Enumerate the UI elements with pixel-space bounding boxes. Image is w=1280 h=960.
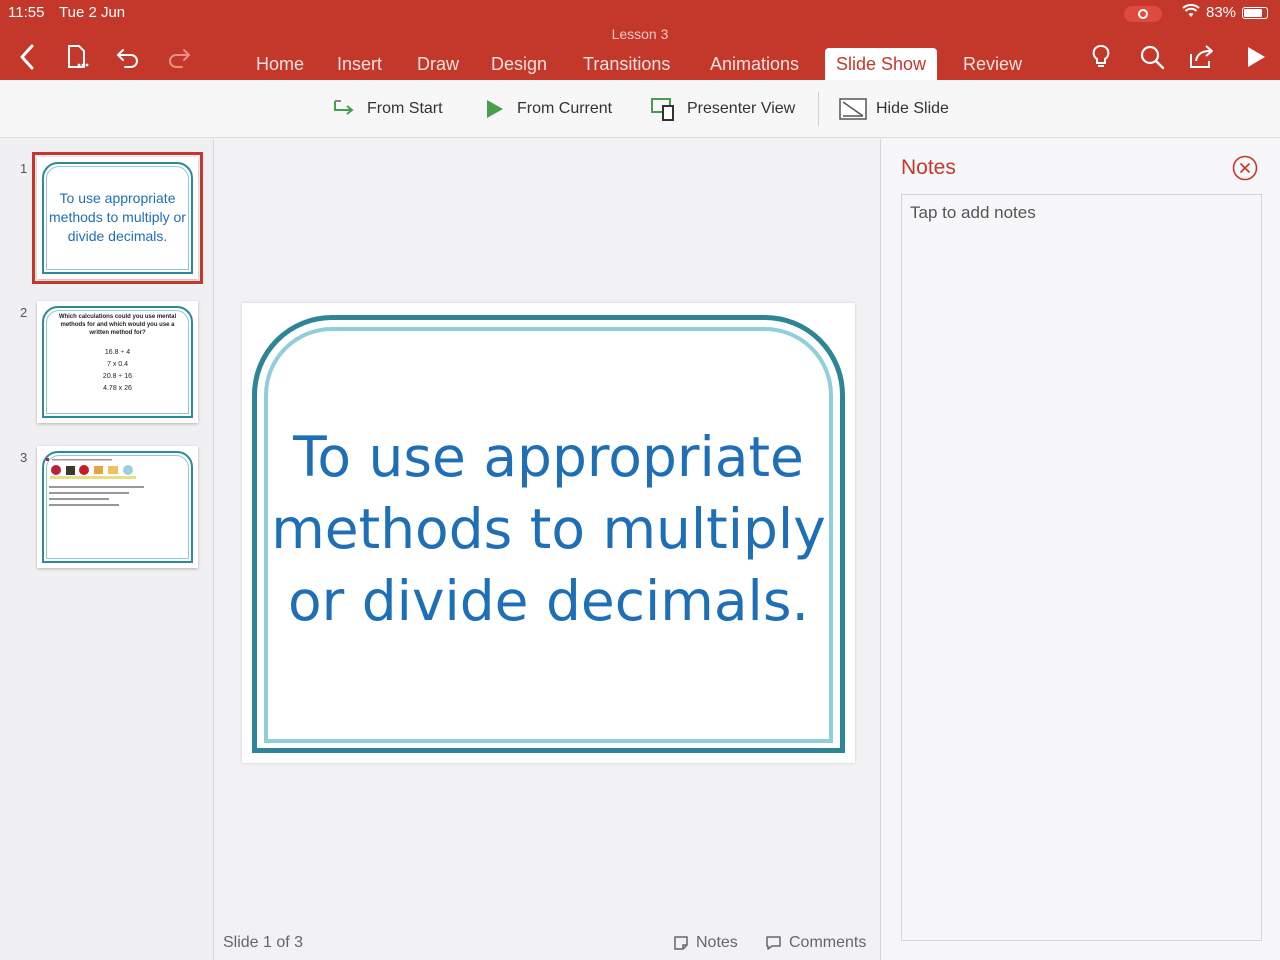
presenter-view-label: Presenter View	[687, 100, 796, 117]
thumbnail-text-lines	[49, 486, 149, 510]
slide-canvas: To use appropriate methods to multiply o…	[215, 139, 880, 960]
tab-draw[interactable]: Draw	[417, 48, 459, 80]
slide-thumbnail-2[interactable]: Which calculations could you use mental …	[37, 301, 198, 423]
document-title: Lesson 3	[611, 26, 669, 42]
tab-home[interactable]: Home	[256, 48, 304, 80]
slide-thumbnail-3[interactable]	[37, 446, 198, 568]
back-icon[interactable]	[12, 42, 42, 72]
from-current-button[interactable]: From Current	[479, 94, 612, 124]
tab-transitions[interactable]: Transitions	[583, 48, 670, 80]
ribbon-divider	[818, 92, 819, 126]
lightbulb-icon[interactable]	[1086, 42, 1116, 72]
tab-design[interactable]: Design	[491, 48, 547, 80]
thumbnail-calc: 20.8 ÷ 16	[102, 373, 133, 380]
notes-icon	[673, 935, 689, 951]
notes-input[interactable]: Tap to add notes	[901, 194, 1262, 941]
comments-button-label: Comments	[789, 934, 867, 951]
from-start-button[interactable]: From Start	[329, 94, 443, 124]
status-bar: 11:55 Tue 2 Jun 83%	[0, 4, 1280, 22]
file-icon[interactable]	[62, 42, 92, 72]
slide-title-text[interactable]: To use appropriate methods to multiply o…	[262, 421, 835, 637]
battery-percent: 83%	[1206, 4, 1237, 21]
tab-slide-show[interactable]: Slide Show	[825, 48, 938, 80]
comment-icon	[765, 935, 782, 951]
slide-show-ribbon: From Start From Current Presenter View H…	[0, 80, 1280, 138]
tab-review[interactable]: Review	[963, 48, 1022, 80]
tab-insert[interactable]: Insert	[337, 48, 382, 80]
thumbnail-calc: 7 x 0.4	[106, 361, 128, 368]
slide-counter: Slide 1 of 3	[223, 934, 304, 951]
notes-button-label: Notes	[696, 934, 738, 951]
slide-thumbnail-1[interactable]: To use appropriate methods to multiply o…	[32, 152, 203, 284]
from-start-label: From Start	[367, 100, 443, 117]
presenter-view-button[interactable]: Presenter View	[649, 94, 795, 124]
notes-title: Notes	[901, 156, 956, 179]
status-time: 11:55	[8, 4, 45, 21]
status-date: Tue 2 Jun	[59, 4, 126, 21]
notes-button[interactable]: Notes	[673, 934, 738, 952]
hide-slide-label: Hide Slide	[876, 100, 949, 117]
thumbnail-food-images	[46, 458, 136, 479]
current-slide[interactable]: To use appropriate methods to multiply o…	[242, 303, 855, 763]
comments-button[interactable]: Comments	[765, 934, 866, 952]
presenter-view-icon	[649, 96, 679, 122]
hide-slide-button[interactable]: Hide Slide	[838, 94, 949, 124]
search-icon[interactable]	[1137, 42, 1167, 72]
share-icon[interactable]	[1187, 42, 1217, 72]
from-start-icon	[329, 96, 359, 122]
wifi-icon	[1182, 4, 1200, 21]
from-current-icon	[479, 96, 509, 122]
thumbnail-number: 1	[20, 161, 28, 176]
thumbnail-text: To use appropriate methods to multiply o…	[49, 190, 186, 244]
thumbnail-calc: 4.78 x 26	[103, 385, 132, 392]
thumbnail-title: Which calculations could you use mental …	[58, 314, 177, 336]
close-icon[interactable]	[1232, 155, 1258, 181]
notes-pane: Notes Tap to add notes	[880, 139, 1280, 960]
notes-placeholder: Tap to add notes	[910, 203, 1036, 222]
thumbnail-number: 3	[20, 450, 28, 465]
tab-animations[interactable]: Animations	[710, 48, 799, 80]
thumbnail-calc: 16.8 ÷ 4	[104, 349, 131, 356]
from-current-label: From Current	[517, 100, 613, 117]
play-icon[interactable]	[1241, 42, 1271, 72]
redo-icon[interactable]	[164, 42, 194, 72]
battery-icon	[1242, 7, 1268, 19]
top-bar: 11:55 Tue 2 Jun 83% Lesson 3 Home Insert…	[0, 0, 1280, 80]
thumbnail-calculations: 16.8 ÷ 4 7 x 0.4 20.8 ÷ 16 4.78 x 26	[37, 347, 198, 395]
undo-icon[interactable]	[113, 42, 143, 72]
hide-slide-icon	[838, 96, 868, 122]
screen-record-icon	[1124, 6, 1162, 22]
slide-thumbnail-pane: 1 To use appropriate methods to multiply…	[0, 139, 214, 960]
thumbnail-number: 2	[20, 305, 28, 320]
